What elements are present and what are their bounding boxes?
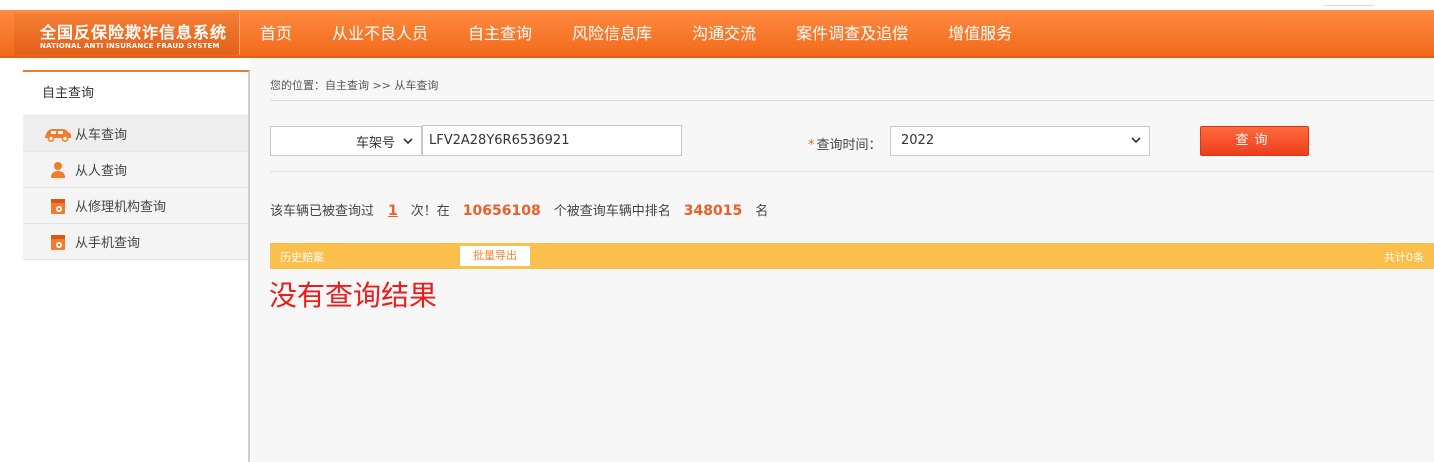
batch-export-button[interactable]: 批量导出 xyxy=(460,246,530,266)
sidebar-title: 自主查询 xyxy=(23,72,248,116)
query-time-value: 2022 xyxy=(901,133,935,148)
sidebar-item-label: 从人查询 xyxy=(75,164,128,179)
main-content: 您的位置：自主查询 >> 从车查询 车架号 LFV2A28Y6R6536921 … xyxy=(251,58,1434,462)
top-navbar: 全国反保险欺诈信息系统 NATIONAL ANTI INSURANCE FRAU… xyxy=(0,10,1434,58)
sidebar-item-label: 从修理机构查询 xyxy=(75,200,167,215)
nav-communication[interactable]: 沟通交流 xyxy=(672,10,776,58)
phone-icon xyxy=(43,231,73,253)
results-title: 历史赔案 xyxy=(280,251,324,264)
top-strip xyxy=(0,0,1434,10)
chevron-down-icon xyxy=(1131,127,1141,155)
query-time-select[interactable]: 2022 xyxy=(890,126,1150,156)
sidebar-item-vehicle-query[interactable]: 从车查询 xyxy=(23,116,248,152)
chevron-down-icon xyxy=(403,134,413,149)
query-time-label-text: 查询时间： xyxy=(816,138,882,153)
repair-shop-icon xyxy=(43,195,73,217)
breadcrumb: 您的位置：自主查询 >> 从车查询 xyxy=(270,79,439,92)
nav-value-added[interactable]: 增值服务 xyxy=(928,10,1032,58)
stats-prefix: 该车辆已被查询过 xyxy=(270,204,375,219)
nav-risk-database[interactable]: 风险信息库 xyxy=(552,10,672,58)
car-icon xyxy=(43,123,73,145)
form-divider xyxy=(270,171,1434,172)
stats-rank: 348015 xyxy=(683,203,743,219)
logo-title-cn: 全国反保险欺诈信息系统 xyxy=(40,23,228,42)
query-stats: 该车辆已被查询过 1 次！在 10656108 个被查询车辆中排名 348015… xyxy=(270,200,768,219)
stats-total: 10656108 xyxy=(462,203,541,219)
site-logo[interactable]: 全国反保险欺诈信息系统 NATIONAL ANTI INSURANCE FRAU… xyxy=(14,13,240,55)
person-icon xyxy=(43,159,73,181)
nav-case-investigation[interactable]: 案件调查及追偿 xyxy=(776,10,928,58)
logo-title-en: NATIONAL ANTI INSURANCE FRAUD SYSTEM xyxy=(40,42,220,50)
sidebar-item-label: 从手机查询 xyxy=(75,236,141,251)
results-total: 共计0条 xyxy=(1384,251,1424,264)
no-result-message: 没有查询结果 xyxy=(269,279,438,312)
query-type-select[interactable]: 车架号 xyxy=(270,126,422,156)
query-time-label: * 查询时间： xyxy=(808,134,882,153)
sidebar-item-repair-query[interactable]: 从修理机构查询 xyxy=(23,188,248,224)
query-type-value: 车架号 xyxy=(355,135,395,151)
query-button[interactable]: 查询 xyxy=(1200,126,1309,156)
results-bar: 历史赔案 批量导出 共计0条 xyxy=(270,243,1434,269)
sidebar-item-phone-query[interactable]: 从手机查询 xyxy=(23,224,248,260)
breadcrumb-divider xyxy=(270,100,1434,101)
required-marker: * xyxy=(808,138,815,153)
nav-bad-practitioners[interactable]: 从业不良人员 xyxy=(312,10,448,58)
stats-suffix: 名 xyxy=(755,204,769,219)
sidebar: 自主查询 从车查询 从人查询 从修理机构查询 从手机查询 xyxy=(23,70,250,462)
vin-input[interactable]: LFV2A28Y6R6536921 xyxy=(422,125,682,156)
sidebar-item-person-query[interactable]: 从人查询 xyxy=(23,152,248,188)
main-nav: 首页 从业不良人员 自主查询 风险信息库 沟通交流 案件调查及追偿 增值服务 xyxy=(240,10,1032,58)
stats-count[interactable]: 1 xyxy=(388,203,398,219)
stats-mid1: 次！在 xyxy=(410,204,450,219)
sidebar-item-label: 从车查询 xyxy=(75,128,128,143)
nav-self-query[interactable]: 自主查询 xyxy=(448,10,552,58)
stats-mid2: 个被查询车辆中排名 xyxy=(553,204,671,219)
nav-home[interactable]: 首页 xyxy=(240,10,312,58)
top-strip-edge xyxy=(1324,0,1374,6)
